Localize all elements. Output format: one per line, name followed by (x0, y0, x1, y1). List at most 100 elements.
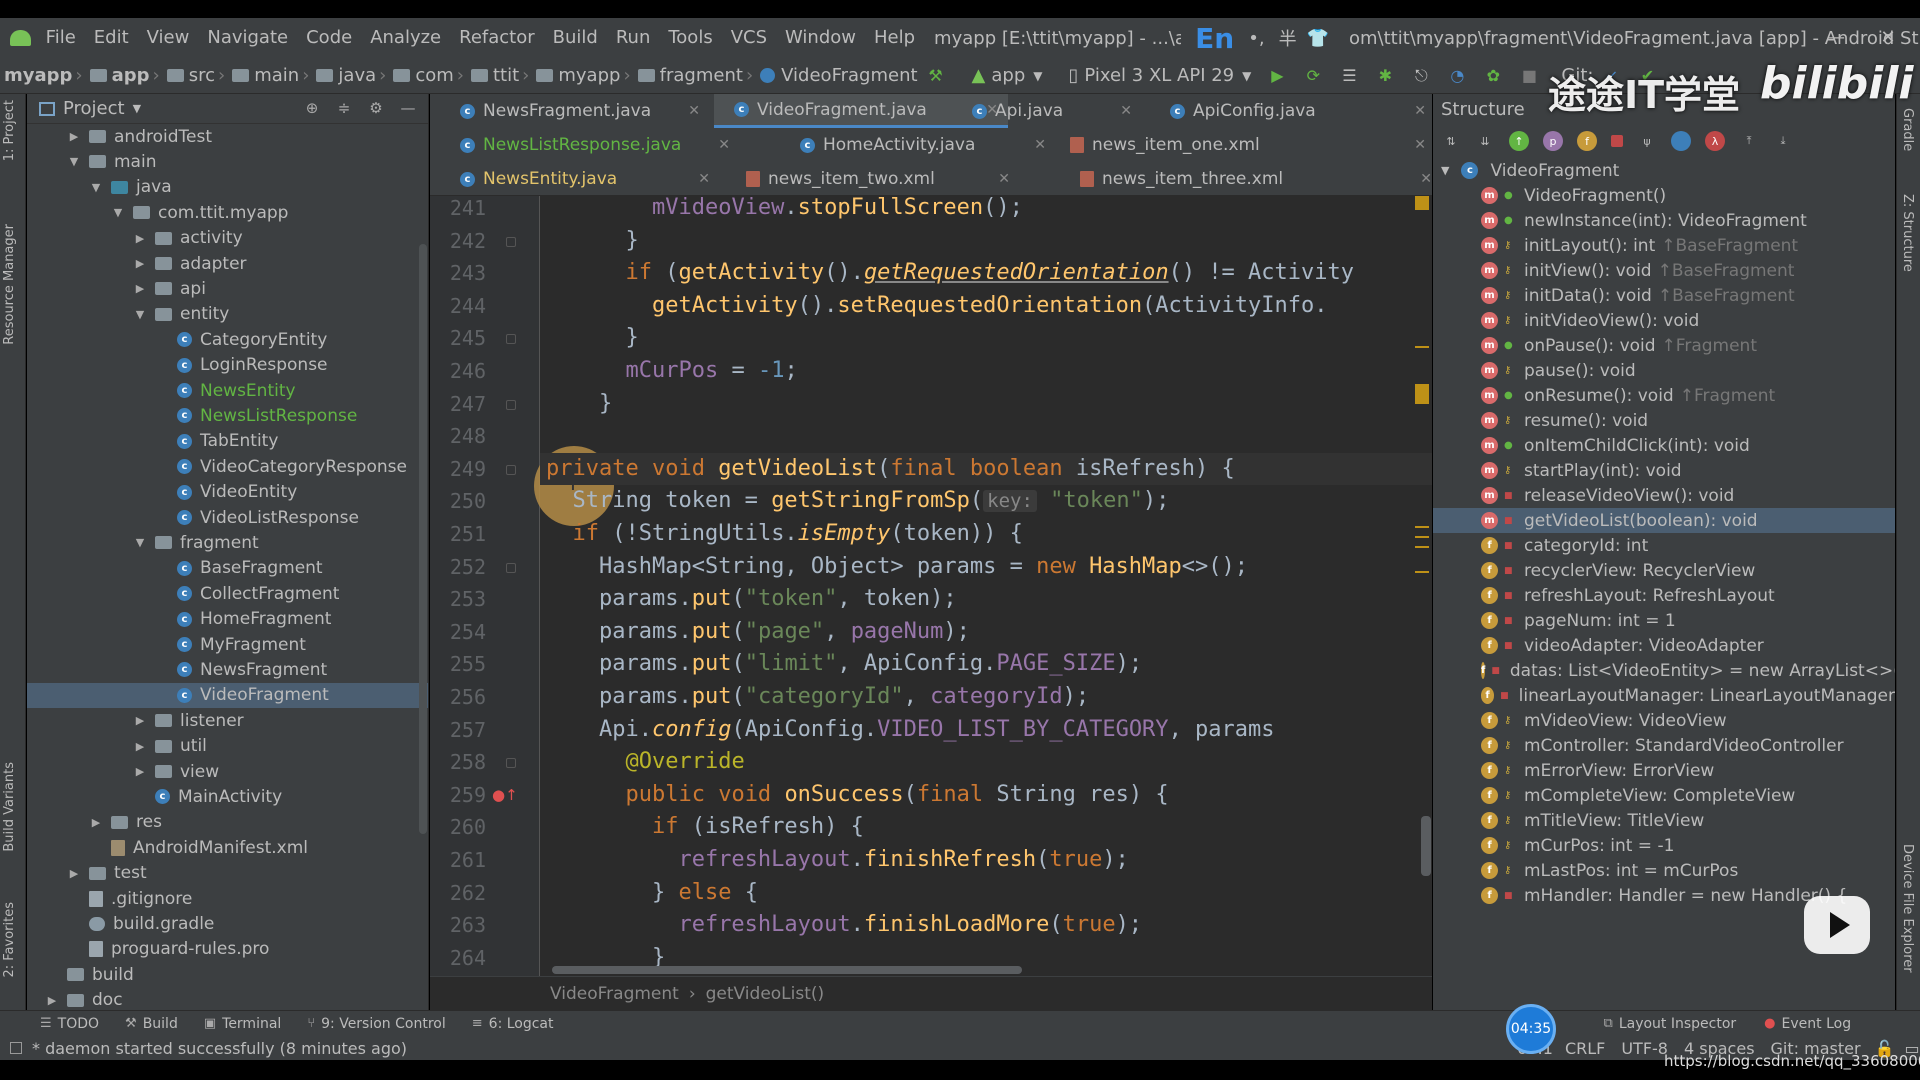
structure-item[interactable]: f ⚷ mVideoView: VideoView (1433, 708, 1895, 733)
tree-item[interactable]: ▶ res (27, 810, 428, 835)
structure-item[interactable]: f ⚷ mController: StandardVideoController (1433, 733, 1895, 758)
run-config-select[interactable]: ▲ app ▼ (964, 62, 1051, 90)
hammer-build-icon[interactable]: ⚒ (925, 65, 947, 87)
tree-item[interactable]: c VideoCategoryResponse (27, 454, 428, 479)
terminal-tool-button[interactable]: ▣ Terminal (204, 1016, 281, 1032)
z-structure-tool-tab[interactable]: Z: Structure (1900, 194, 1915, 272)
tree-item[interactable]: c MyFragment (27, 632, 428, 657)
structure-item[interactable]: m ● VideoFragment() (1433, 183, 1895, 208)
logcat-tool-button[interactable]: ≡ 6: Logcat (472, 1016, 554, 1032)
close-tab-icon[interactable]: ✕ (1400, 103, 1426, 119)
stop-icon[interactable]: ■ (1518, 65, 1540, 87)
warning-marker[interactable] (1415, 571, 1429, 573)
warning-marker[interactable] (1415, 546, 1429, 548)
menu-window[interactable]: Window (776, 18, 865, 58)
tree-item[interactable]: AndroidManifest.xml (27, 835, 428, 860)
code-line[interactable]: if (!StringUtils.isEmpty(token)) { (546, 518, 1023, 550)
close-tab-icon[interactable]: ✕ (1020, 137, 1046, 153)
tab-apiconfig-java[interactable]: c ApiConfig.java ✕ (1150, 94, 1436, 128)
code-line[interactable]: } (546, 322, 638, 354)
chevron-right-icon[interactable]: ▶ (133, 282, 147, 295)
project-tool-tab[interactable]: 1: Project (2, 100, 17, 161)
code-line[interactable]: } else { (546, 877, 758, 909)
structure-item[interactable]: m ⚷ initLayout(): int ↑BaseFragment (1433, 233, 1895, 258)
code-line[interactable]: private void getVideoList(final boolean … (540, 452, 1432, 485)
structure-item[interactable]: m ■ releaseVideoView(): void (1433, 483, 1895, 508)
tab-news-item-one-xml[interactable]: news_item_one.xml ✕ (1050, 128, 1436, 162)
close-tab-icon[interactable]: ✕ (1400, 137, 1426, 153)
breadcrumb-item[interactable]: › ttit (454, 65, 519, 86)
tree-item[interactable]: c BaseFragment (27, 556, 428, 581)
show-non-public-icon[interactable] (1611, 135, 1623, 147)
menu-build[interactable]: Build (544, 18, 607, 58)
structure-item[interactable]: m ⚷ initData(): void ↑BaseFragment (1433, 283, 1895, 308)
structure-item[interactable]: m ■ getVideoList(boolean): void (1433, 508, 1895, 533)
breadcrumb-method[interactable]: getVideoList() (706, 984, 825, 1004)
build-variants-tool-tab[interactable]: Build Variants (2, 762, 17, 852)
tree-item[interactable]: ▶ androidTest (27, 124, 428, 149)
show-anonymous-icon[interactable] (1671, 131, 1691, 151)
code-line[interactable]: getActivity().setRequestedOrientation(Ac… (546, 290, 1328, 322)
profile-icon[interactable]: ◔ (1446, 65, 1468, 87)
menu-code[interactable]: Code (297, 18, 361, 58)
structure-item[interactable]: f ⚷ mErrorView: ErrorView (1433, 758, 1895, 783)
menu-analyze[interactable]: Analyze (361, 18, 450, 58)
code-line[interactable]: Api.config(ApiConfig.VIDEO_LIST_BY_CATEG… (546, 714, 1275, 746)
structure-root[interactable]: ▼ c VideoFragment (1433, 158, 1895, 183)
code-line[interactable]: String token = getStringFromSp(key: "tok… (546, 485, 1170, 517)
fold-marker-icon[interactable] (506, 334, 516, 345)
tree-item[interactable]: ▼ entity (27, 302, 428, 327)
locate-icon[interactable]: ⊕ (302, 98, 322, 118)
tab-newsfragment-java[interactable]: c NewsFragment.java ✕ (440, 94, 710, 128)
warning-marker[interactable] (1415, 196, 1429, 210)
chevron-down-icon[interactable]: ▼ (133, 536, 147, 549)
attach-process-icon[interactable]: ✿ (1482, 65, 1504, 87)
breadcrumb-item[interactable]: › app (72, 65, 149, 86)
tree-item[interactable]: c CollectFragment (27, 581, 428, 606)
tree-item[interactable]: ▶ adapter (27, 251, 428, 276)
code-line[interactable]: @Override (546, 746, 744, 778)
menu-vcs[interactable]: VCS (722, 18, 776, 58)
breadcrumb-item[interactable]: › main (215, 65, 299, 86)
show-properties-icon[interactable]: p (1543, 131, 1563, 151)
close-tab-icon[interactable]: ✕ (1406, 171, 1432, 187)
sort-alpha-icon[interactable]: ⇊ (1475, 131, 1495, 151)
structure-item[interactable]: m ● newInstance(int): VideoFragment (1433, 208, 1895, 233)
code-line[interactable]: mVideoView.stopFullScreen(); (546, 196, 1023, 224)
event-log-tool-button[interactable]: ● Event Log (1764, 1016, 1851, 1032)
sort-visibility-icon[interactable]: ⇅ (1441, 131, 1461, 151)
tree-item[interactable]: c MainActivity (27, 784, 428, 809)
version-control-tool-button[interactable]: ⑂ 9: Version Control (307, 1016, 445, 1032)
device-select[interactable]: ▯ Pixel 3 XL API 29 ▼ (1061, 62, 1260, 90)
device-file-explorer-tool-tab[interactable]: Device File Explorer (1900, 844, 1915, 973)
editor-horizontal-scrollbar[interactable] (552, 966, 1022, 974)
chevron-down-icon[interactable]: ▼ (89, 181, 103, 194)
code-line[interactable]: public void onSuccess(final String res) … (546, 779, 1168, 811)
chevron-right-icon[interactable]: ▶ (133, 232, 147, 245)
breadcrumb-item[interactable]: › fragment (620, 65, 742, 86)
tab-news-item-three-xml[interactable]: news_item_three.xml ✕ (1060, 162, 1442, 196)
tab-api-java[interactable]: c Api.java ✕ (952, 94, 1142, 128)
tab-newslistresponse-java[interactable]: c NewsListResponse.java ✕ (440, 128, 740, 162)
breadcrumb-item[interactable]: myapp (4, 65, 72, 86)
structure-item[interactable]: m ● onItemChildClick(int): void (1433, 433, 1895, 458)
code-line[interactable]: mCurPos = -1; (546, 355, 797, 387)
file-encoding[interactable]: UTF-8 (1621, 1039, 1668, 1058)
show-lambdas-icon[interactable]: ψ (1637, 131, 1657, 151)
breadcrumb-item[interactable]: › com (376, 65, 454, 86)
tree-item[interactable]: proguard-rules.pro (27, 937, 428, 962)
menu-file[interactable]: File (37, 18, 85, 58)
tree-item[interactable]: .gitignore (27, 886, 428, 911)
code-line[interactable]: } (546, 225, 638, 257)
build-tool-button[interactable]: ⚒ Build (125, 1016, 178, 1032)
code-line[interactable]: params.put("token", token); (546, 583, 957, 615)
todo-tool-button[interactable]: ☰ TODO (40, 1016, 99, 1032)
chevron-down-icon[interactable]: ▼ (133, 102, 141, 115)
show-fields-icon[interactable]: f (1577, 131, 1597, 151)
warning-marker[interactable] (1415, 384, 1429, 404)
close-window-button[interactable]: ✕ (1860, 18, 1916, 58)
run-icon[interactable]: ▶ (1266, 65, 1288, 87)
editor-vertical-scrollbar[interactable] (1421, 816, 1431, 876)
code-line[interactable]: if (isRefresh) { (546, 811, 864, 843)
gradle-tool-tab[interactable]: Gradle (1900, 108, 1915, 151)
